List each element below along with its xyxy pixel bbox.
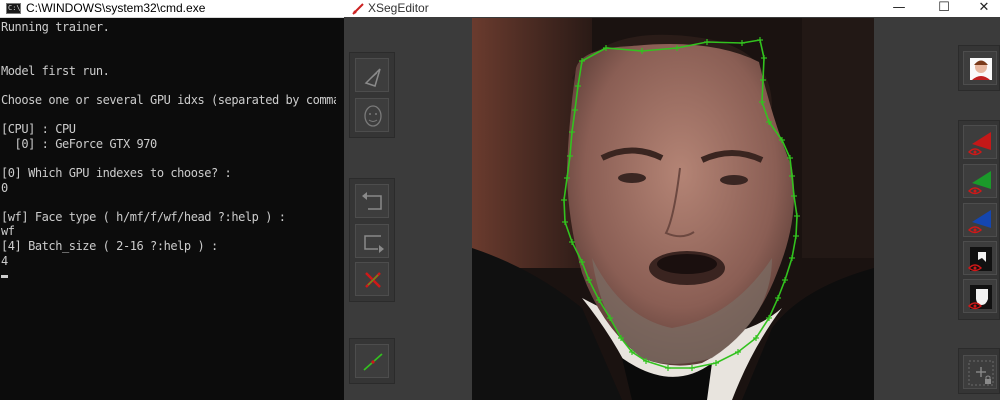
cmd-titlebar[interactable]: C:\ C:\WINDOWS\system32\cmd.exe: [0, 0, 344, 18]
undo-arrow-icon: [362, 192, 382, 210]
view-green-mask-button[interactable]: [963, 164, 997, 198]
bw-mask-eye-icon: [967, 247, 992, 272]
view-baked-mask-button[interactable]: [963, 51, 997, 85]
cmd-icon: C:\: [6, 3, 21, 14]
add-lock-button[interactable]: [963, 355, 997, 389]
polygon-vertex[interactable]: [739, 40, 745, 46]
console-scrollbar[interactable]: [336, 18, 344, 400]
xseg-titlebar[interactable]: XSegEditor — ☐ ✕: [344, 0, 1000, 17]
polygon-vertex[interactable]: [789, 173, 795, 179]
view-lines-button[interactable]: [355, 344, 389, 378]
text-cursor: [1, 275, 8, 278]
polygon-vertex[interactable]: [791, 193, 797, 199]
console-line: [0] Which GPU indexes to choose? :: [1, 165, 232, 180]
poly-mode-group: [349, 52, 395, 138]
maximize-button[interactable]: ☐: [924, 0, 964, 17]
delete-poly-button[interactable]: [355, 262, 389, 296]
console-line: [0] : GeForce GTX 970: [1, 136, 158, 151]
polygon-vertex[interactable]: [569, 129, 575, 135]
polygon-vertex[interactable]: [782, 277, 788, 283]
poly-exclude-mode-button[interactable]: [355, 98, 389, 132]
red-triangle-eye-icon: [967, 132, 991, 156]
plus-lock-icon: [968, 360, 994, 386]
view-face-mask-button[interactable]: [963, 279, 997, 313]
close-button[interactable]: ✕: [964, 0, 1000, 17]
polygon-vertex[interactable]: [569, 239, 575, 245]
xseg-app-icon: [352, 3, 364, 15]
mask-view-group: [958, 45, 1000, 91]
console-line: [4] Batch_size ( 2-16 ?:help ) :: [1, 238, 218, 253]
polygon-vertex[interactable]: [575, 83, 581, 89]
view-red-mask-button[interactable]: [963, 125, 997, 159]
face-outline-icon: [364, 105, 382, 127]
polygon-vertex[interactable]: [794, 213, 800, 219]
polygon-vertex[interactable]: [689, 365, 695, 371]
console-output[interactable]: Running trainer. Model first run. Choose o…: [1, 20, 354, 268]
console-line: [CPU] : CPU: [1, 122, 76, 137]
polygon-vertex[interactable]: [775, 295, 781, 301]
view-bw-mask-button[interactable]: [963, 241, 997, 275]
minimize-button[interactable]: —: [879, 0, 919, 17]
polygon-vertex[interactable]: [603, 45, 609, 51]
poly-include-mode-button[interactable]: [355, 58, 389, 92]
red-x-icon: [365, 272, 381, 288]
polygon-vertex[interactable]: [561, 197, 567, 203]
polygon-vertex[interactable]: [787, 155, 793, 161]
cmd-window: C:\ C:\WINDOWS\system32\cmd.exe Running …: [0, 0, 354, 400]
view-group: [349, 338, 395, 384]
polygon-vertex[interactable]: [674, 45, 680, 51]
polygon-vertex[interactable]: [713, 360, 719, 366]
white-face-eye-icon: [967, 285, 992, 310]
polygon-vertex[interactable]: [579, 58, 585, 64]
green-line-icon: [363, 353, 383, 371]
xseg-editor-window: XSegEditor — ☐ ✕: [344, 0, 1000, 400]
console-line: [wf] Face type ( h/mf/f/wf/head ?:help )…: [1, 209, 286, 224]
poly-triangle-icon: [364, 68, 381, 87]
image-canvas[interactable]: [472, 18, 874, 400]
polygon-vertex[interactable]: [564, 175, 570, 181]
mask-type-group: [958, 120, 1000, 320]
view-blue-mask-button[interactable]: [963, 203, 997, 237]
redo-point-button[interactable]: [355, 224, 389, 258]
console-line: 0: [1, 180, 8, 195]
console-line: Running trainer.: [1, 20, 110, 34]
console-line: 4: [1, 253, 8, 268]
undo-point-button[interactable]: [355, 184, 389, 218]
polygon-vertex[interactable]: [789, 255, 795, 261]
polygon-vertex[interactable]: [704, 39, 710, 45]
edit-group: [349, 178, 395, 302]
polygon-vertex[interactable]: [760, 77, 766, 83]
polygon-vertex[interactable]: [562, 219, 568, 225]
polygon-vertex[interactable]: [567, 153, 573, 159]
redo-arrow-icon: [364, 235, 384, 253]
cmd-window-title: C:\WINDOWS\system32\cmd.exe: [26, 1, 206, 15]
polygon-vertex[interactable]: [793, 233, 799, 239]
console-line: Model first run.: [1, 63, 110, 78]
green-triangle-eye-icon: [967, 171, 991, 195]
polygon-vertex[interactable]: [586, 277, 592, 283]
polygon-vertex[interactable]: [572, 107, 578, 113]
polygon-vertex[interactable]: [639, 48, 645, 54]
polygon-vertex[interactable]: [759, 99, 765, 105]
xseg-polygon-overlay[interactable]: [472, 18, 874, 400]
console-line: wf: [1, 224, 15, 239]
polygon-vertex[interactable]: [761, 55, 767, 61]
lock-group: [958, 348, 1000, 394]
polygon-vertex[interactable]: [757, 37, 763, 43]
console-line: Choose one or several GPU idxs (separate…: [1, 92, 354, 107]
blue-triangle-eye-icon: [967, 210, 991, 234]
xseg-window-title: XSegEditor: [368, 1, 429, 15]
face-avatar-icon: [970, 58, 992, 80]
polygon-vertex[interactable]: [665, 365, 671, 371]
polygon-vertex[interactable]: [579, 259, 585, 265]
